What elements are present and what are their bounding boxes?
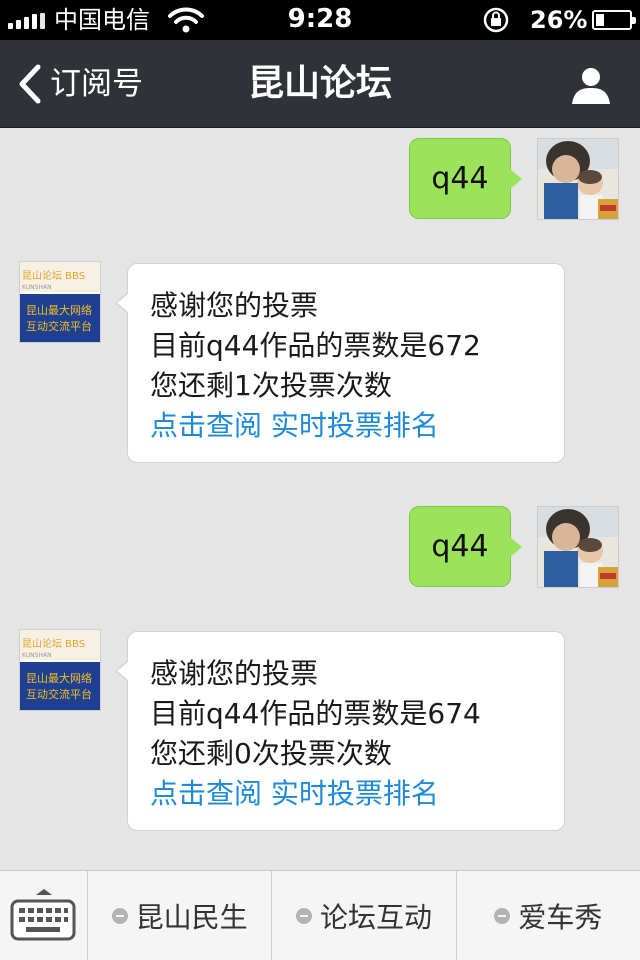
outgoing-bubble[interactable]: q44 bbox=[409, 138, 522, 219]
outgoing-bubble[interactable]: q44 bbox=[409, 506, 522, 587]
chat-area[interactable]: q44 昆山论坛 BBS KUNSHAN 昆山最大网络 互动交流平台 感谢您的投… bbox=[0, 128, 640, 870]
svg-text:昆山最大网络: 昆山最大网络 bbox=[26, 671, 92, 685]
menu-item-forum-interaction[interactable]: 论坛互动 bbox=[272, 871, 457, 960]
ranking-link[interactable]: 点击查阅 实时投票排名 bbox=[150, 406, 542, 446]
bbs-logo: 昆山论坛 BBS KUNSHAN 昆山最大网络 互动交流平台 bbox=[20, 630, 100, 710]
battery-percent: 26% bbox=[530, 6, 588, 34]
message-line: 目前q44作品的票数是674 bbox=[150, 697, 481, 730]
keyboard-toggle-button[interactable] bbox=[0, 871, 88, 960]
svg-text:KUNSHAN: KUNSHAN bbox=[22, 284, 52, 291]
menu-item-car-show[interactable]: 爱车秀 bbox=[457, 871, 640, 960]
bottom-menu-bar: 昆山民生 论坛互动 爱车秀 bbox=[0, 870, 640, 960]
user-avatar[interactable] bbox=[537, 506, 619, 588]
incoming-bubble[interactable]: 感谢您的投票 目前q44作品的票数是672 您还剩1次投票次数 点击查阅 实时投… bbox=[115, 263, 565, 463]
user-photo bbox=[538, 507, 618, 587]
svg-text:互动交流平台: 互动交流平台 bbox=[26, 319, 92, 333]
menu-dot-icon bbox=[295, 908, 312, 924]
user-avatar[interactable] bbox=[537, 138, 619, 220]
message-text: q44 bbox=[431, 529, 489, 564]
bbs-logo: 昆山论坛 BBS KUNSHAN 昆山最大网络 互动交流平台 bbox=[20, 262, 100, 342]
menu-item-label: 论坛互动 bbox=[319, 901, 432, 934]
menu-dot-icon bbox=[494, 908, 511, 924]
svg-text:KUNSHAN: KUNSHAN bbox=[22, 652, 52, 659]
message-line: 您还剩0次投票次数 bbox=[150, 737, 392, 770]
account-avatar[interactable]: 昆山论坛 BBS KUNSHAN 昆山最大网络 互动交流平台 bbox=[19, 629, 101, 711]
account-avatar[interactable]: 昆山论坛 BBS KUNSHAN 昆山最大网络 互动交流平台 bbox=[19, 261, 101, 343]
message-text: q44 bbox=[431, 161, 489, 196]
incoming-bubble[interactable]: 感谢您的投票 目前q44作品的票数是674 您还剩0次投票次数 点击查阅 实时投… bbox=[115, 631, 565, 831]
menu-item-label: 爱车秀 bbox=[518, 901, 603, 934]
person-icon[interactable] bbox=[570, 64, 612, 106]
svg-text:昆山最大网络: 昆山最大网络 bbox=[26, 303, 92, 317]
svg-text:互动交流平台: 互动交流平台 bbox=[26, 687, 92, 701]
battery-icon bbox=[592, 10, 636, 30]
menu-item-kunshan-minsheng[interactable]: 昆山民生 bbox=[88, 871, 273, 960]
page-title: 昆山论坛 bbox=[247, 63, 392, 104]
message-line: 目前q44作品的票数是672 bbox=[150, 329, 481, 362]
svg-text:昆山论坛 BBS: 昆山论坛 BBS bbox=[22, 269, 85, 282]
battery-level bbox=[596, 14, 605, 26]
ranking-link[interactable]: 点击查阅 实时投票排名 bbox=[150, 774, 542, 814]
menu-dot-icon bbox=[111, 908, 128, 924]
user-photo bbox=[538, 139, 618, 219]
status-bar: 中国电信 9:28 26% bbox=[0, 0, 640, 40]
menu-item-label: 昆山民生 bbox=[135, 901, 248, 934]
message-line: 您还剩1次投票次数 bbox=[150, 369, 392, 402]
message-line: 感谢您的投票 bbox=[150, 289, 319, 322]
svg-text:昆山论坛 BBS: 昆山论坛 BBS bbox=[22, 637, 85, 650]
rotation-lock-icon bbox=[483, 7, 509, 33]
message-line: 感谢您的投票 bbox=[150, 657, 319, 690]
nav-bar: 订阅号 昆山论坛 bbox=[0, 40, 640, 128]
keyboard-icon bbox=[10, 889, 76, 941]
